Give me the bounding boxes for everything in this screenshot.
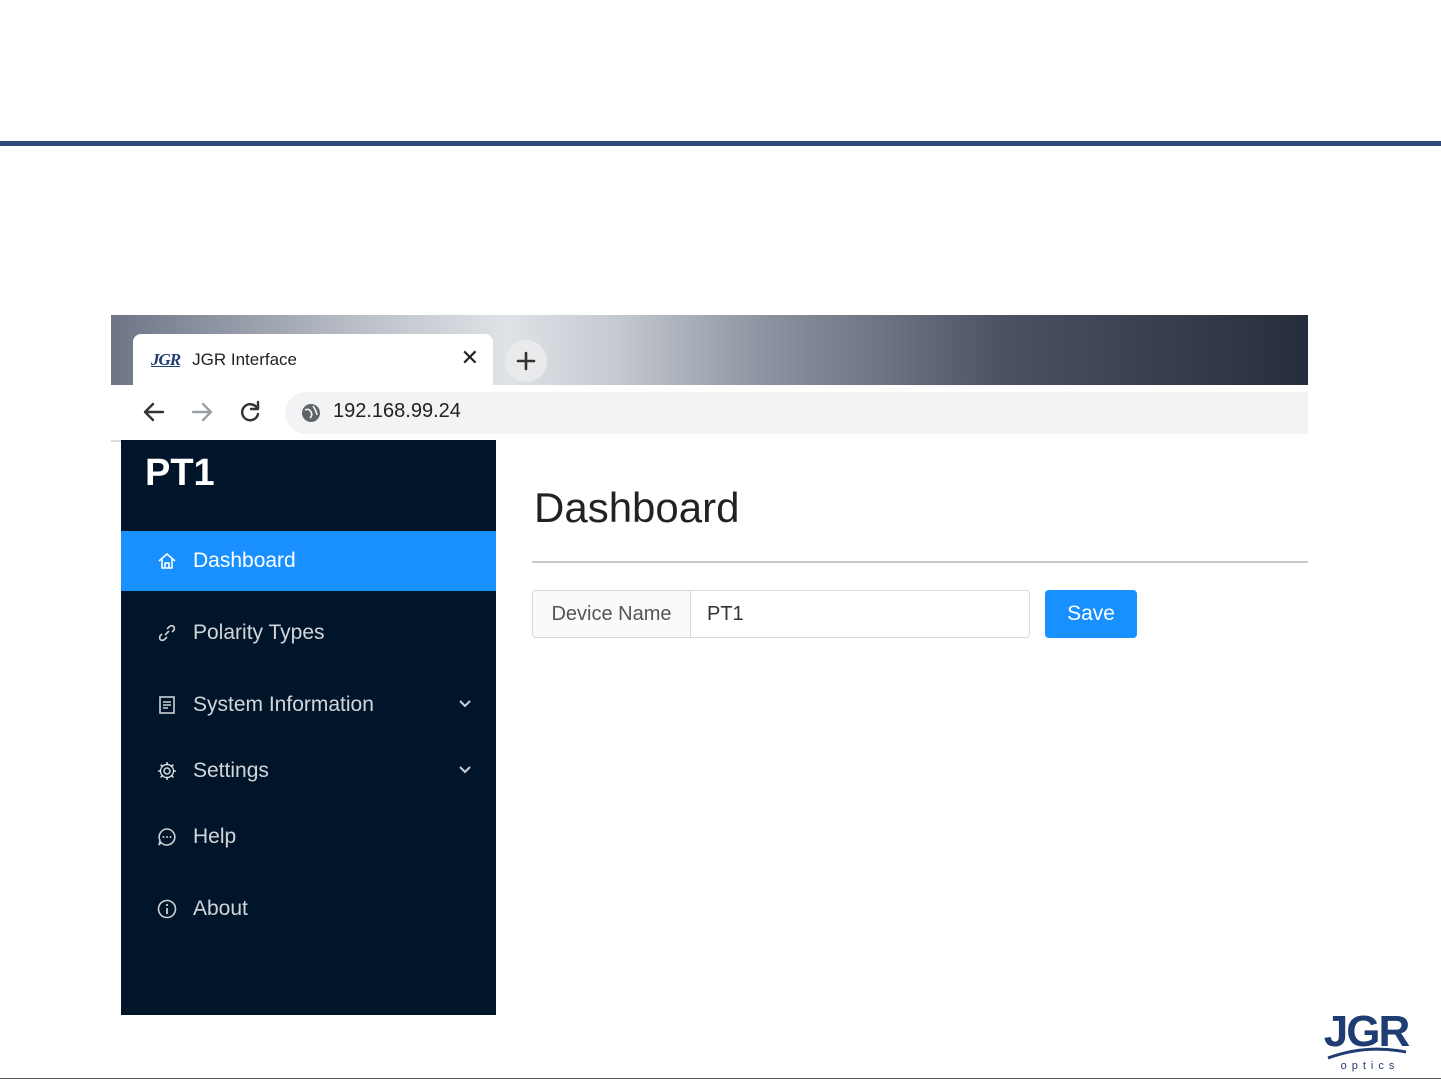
sidebar-item-label: Help xyxy=(193,825,237,848)
jgr-optics-logo: JGR optics xyxy=(1324,1007,1410,1072)
page-title: Dashboard xyxy=(534,484,740,531)
back-arrow-icon xyxy=(143,402,165,422)
sidebar-item-label: About xyxy=(193,897,248,920)
sidebar-item-label: Settings xyxy=(193,759,269,782)
sidebar-item-dashboard[interactable]: Dashboard xyxy=(121,531,496,591)
reload-button[interactable] xyxy=(235,397,265,427)
reload-icon xyxy=(241,400,260,422)
globe-icon xyxy=(302,404,320,422)
slide-header-rule xyxy=(0,141,1441,146)
plus-icon xyxy=(516,351,536,371)
address-bar[interactable]: 192.168.99.24 xyxy=(285,392,1308,434)
gear-icon xyxy=(157,761,177,781)
device-name-field-group: Device Name xyxy=(532,590,1030,638)
sidebar-item-settings[interactable]: Settings xyxy=(121,741,496,801)
device-name-input[interactable] xyxy=(691,591,1029,637)
home-icon xyxy=(157,551,177,571)
browser-screenshot: JGR JGR Interface ✕ 192.168.99.24 PT1 Da… xyxy=(111,315,1308,1015)
tab-title: JGR Interface xyxy=(192,349,297,369)
browser-tab[interactable]: JGR JGR Interface ✕ xyxy=(133,334,493,385)
sidebar-brand: PT1 xyxy=(145,452,215,494)
info-circle-icon xyxy=(157,899,177,919)
back-button[interactable] xyxy=(139,397,169,427)
sidebar: PT1 Dashboard Polarity Types System Info… xyxy=(121,440,496,1015)
main-content: Dashboard Device Name Save xyxy=(496,440,1308,1015)
document-icon xyxy=(157,695,177,715)
sidebar-item-label: Polarity Types xyxy=(193,621,325,644)
browser-toolbar: 192.168.99.24 xyxy=(111,385,1308,512)
browser-titlebar: JGR JGR Interface ✕ xyxy=(111,315,1308,385)
url-text: 192.168.99.24 xyxy=(333,400,461,422)
forward-arrow-icon xyxy=(191,402,213,422)
sidebar-item-label: System Information xyxy=(193,693,374,716)
sidebar-item-help[interactable]: Help xyxy=(121,807,496,867)
title-divider xyxy=(532,561,1308,563)
logo-sub-text: optics xyxy=(1341,1060,1400,1072)
sidebar-item-polarity-types[interactable]: Polarity Types xyxy=(121,603,496,663)
chat-bubble-icon xyxy=(157,827,177,847)
chevron-down-icon xyxy=(459,766,471,774)
new-tab-button[interactable] xyxy=(505,340,547,382)
device-name-label: Device Name xyxy=(533,591,691,637)
forward-button[interactable] xyxy=(187,397,217,427)
link-icon xyxy=(157,623,177,643)
jgr-favicon: JGR xyxy=(151,349,181,369)
slide-footer-rule xyxy=(0,1078,1441,1079)
sidebar-item-about[interactable]: About xyxy=(121,879,496,939)
chevron-down-icon xyxy=(459,700,471,708)
sidebar-item-label: Dashboard xyxy=(193,549,296,572)
sidebar-item-system-information[interactable]: System Information xyxy=(121,675,496,735)
save-button[interactable]: Save xyxy=(1045,590,1137,638)
close-icon[interactable]: ✕ xyxy=(461,346,479,372)
